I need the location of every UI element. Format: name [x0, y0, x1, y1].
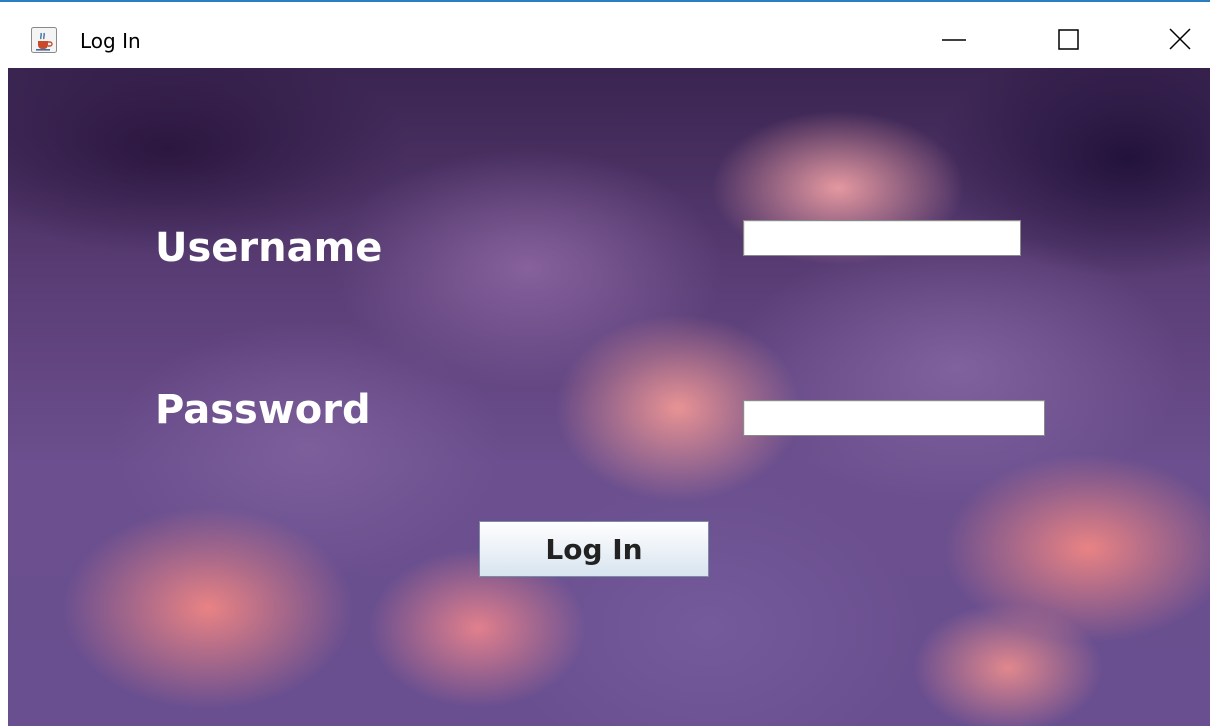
- username-label: Username: [155, 225, 383, 271]
- maximize-icon: [1058, 29, 1079, 50]
- close-icon: [1169, 28, 1191, 50]
- minimize-button[interactable]: [924, 17, 984, 63]
- username-input[interactable]: [743, 220, 1021, 256]
- close-button[interactable]: [1150, 17, 1210, 63]
- password-label: Password: [155, 387, 371, 433]
- java-coffee-cup-icon: [31, 27, 57, 53]
- login-panel-cloud-background: Username Password Log In: [8, 68, 1210, 726]
- minimize-icon: [942, 39, 966, 41]
- login-window: Log In Username Password Log In: [0, 0, 1210, 726]
- password-input[interactable]: [743, 400, 1045, 436]
- maximize-button[interactable]: [1040, 17, 1100, 63]
- window-title: Log In: [80, 29, 141, 53]
- title-bar[interactable]: Log In: [0, 2, 1210, 66]
- login-button[interactable]: Log In: [479, 521, 709, 577]
